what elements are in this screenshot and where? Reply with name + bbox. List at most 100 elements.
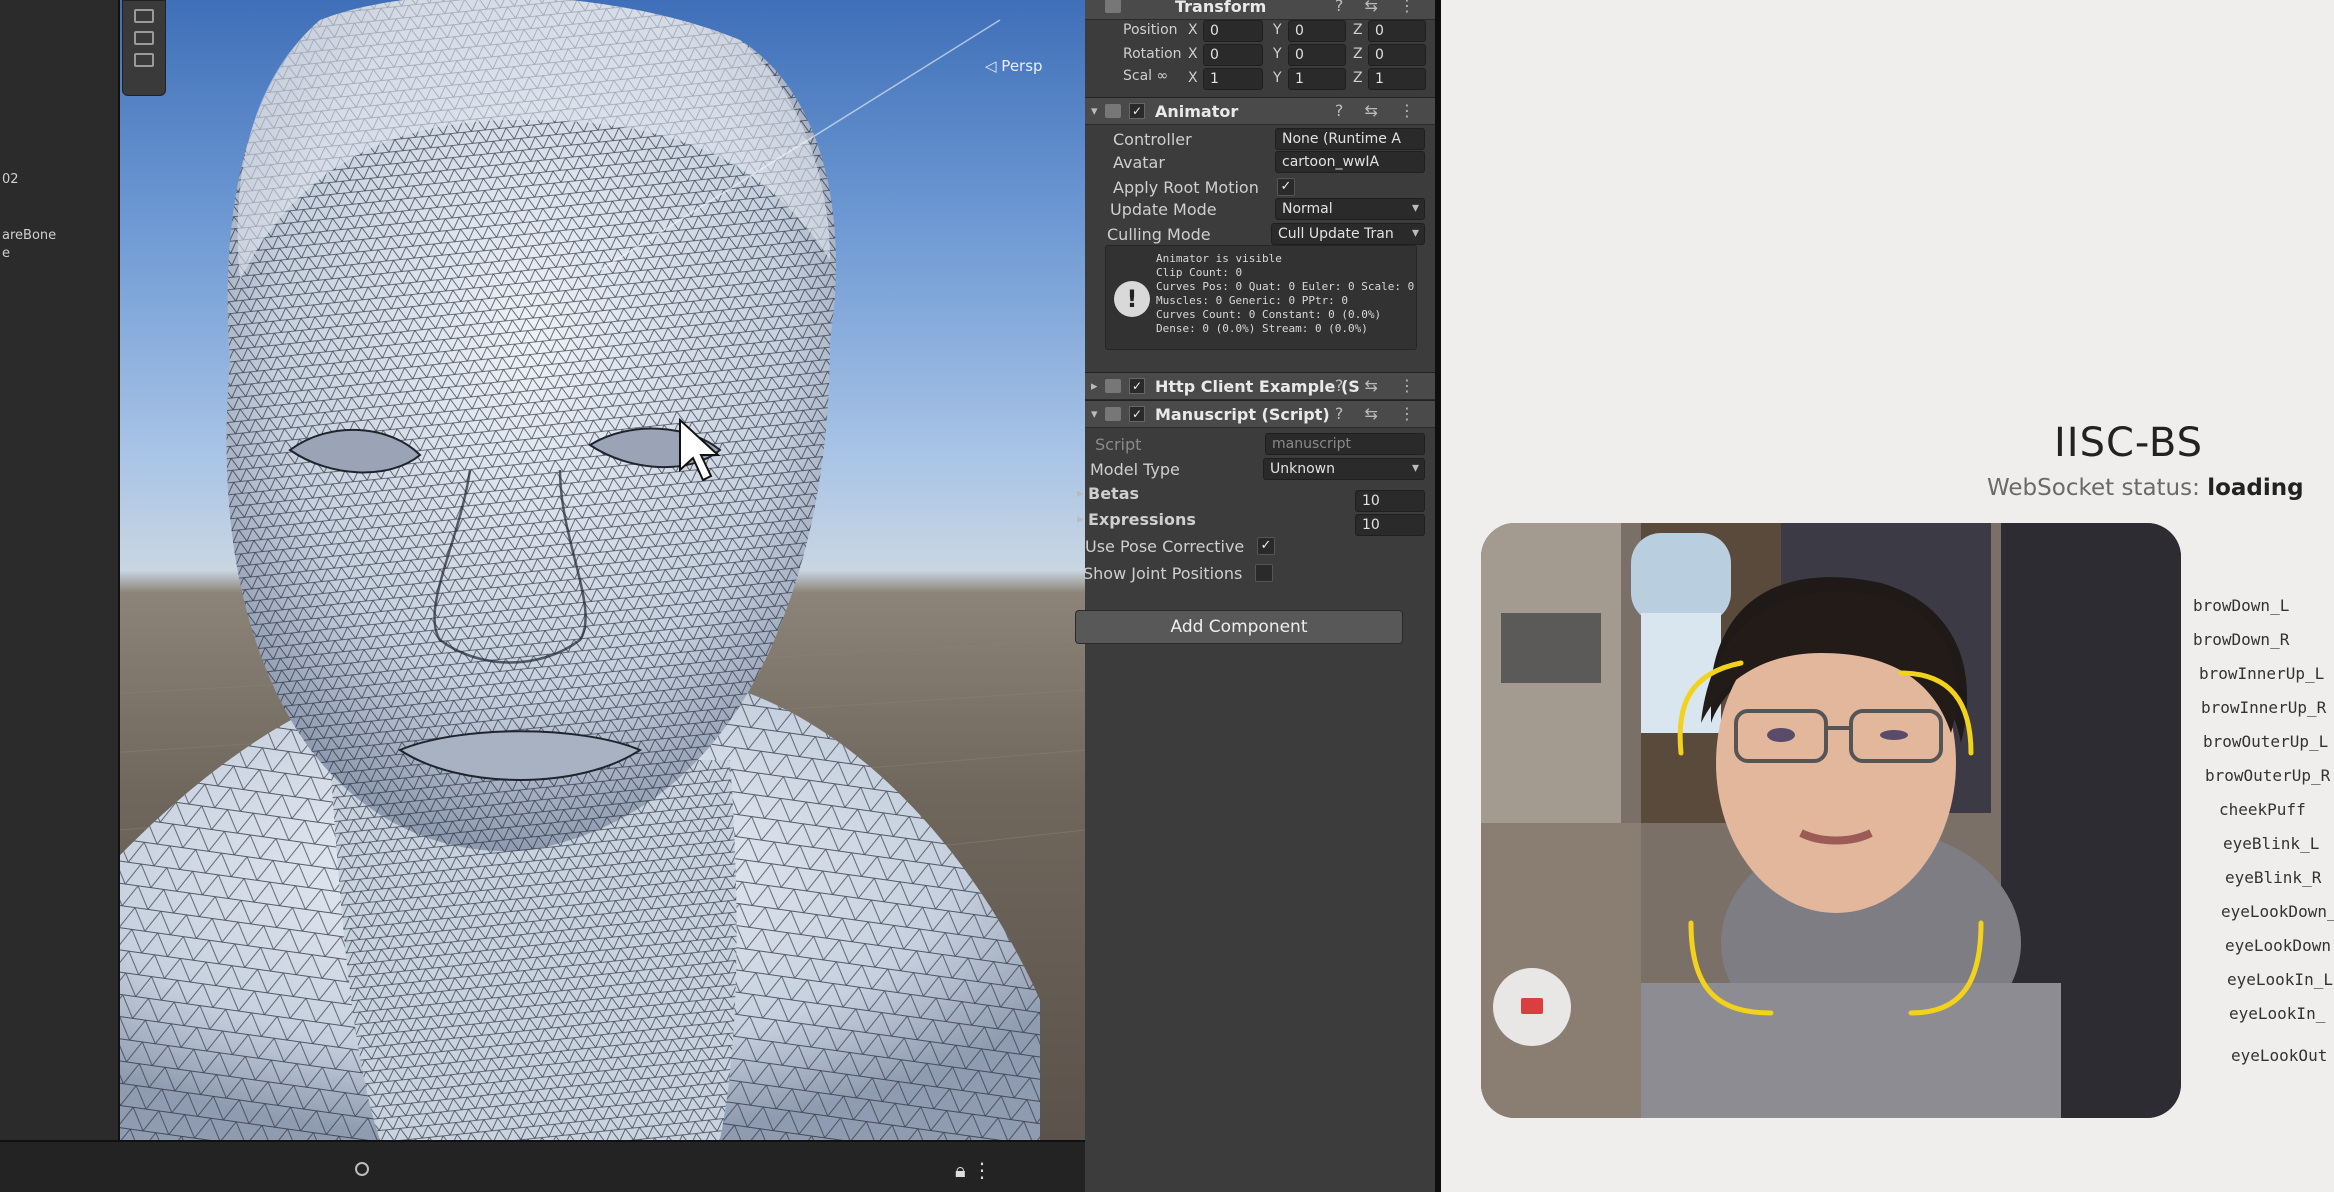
info-icon: ! (1114, 281, 1150, 317)
manuscript-header[interactable]: ▾ ✓ Manuscript (Script) ? ⇆ ⋮ (1085, 400, 1435, 428)
position-y-field[interactable]: 0 (1288, 20, 1346, 42)
apply-root-motion-label: Apply Root Motion (1113, 178, 1259, 197)
websocket-status-value: loading (2207, 475, 2304, 501)
model-type-dropdown[interactable]: Unknown (1263, 458, 1425, 480)
animator-enabled-checkbox[interactable]: ✓ (1129, 103, 1145, 119)
foldout-icon[interactable]: ▸ (1077, 512, 1084, 527)
use-pose-correctives-label: Use Pose Corrective (1085, 537, 1245, 556)
page-title: IISC-BS (2054, 420, 2204, 466)
rotation-x-field[interactable]: 0 (1203, 44, 1263, 66)
foldout-icon[interactable]: ▾ (1091, 104, 1098, 119)
avatar-field[interactable]: cartoon_wwIA (1275, 151, 1425, 173)
culling-mode-label: Culling Mode (1107, 225, 1211, 244)
foldout-icon[interactable]: ▸ (1077, 486, 1084, 501)
animator-title: Animator (1155, 102, 1239, 121)
component-menu-icon[interactable]: ? ⇆ ⋮ (1335, 404, 1423, 423)
blendshape-label: browDown_R (2193, 630, 2290, 649)
hierarchy-item[interactable]: e (2, 246, 10, 261)
scale-x-field[interactable]: 1 (1203, 68, 1263, 90)
betas-label: Betas (1088, 484, 1140, 503)
controller-field[interactable]: None (Runtime A (1275, 128, 1425, 150)
avatar-label: Avatar (1113, 153, 1165, 172)
webcam-frame-image (1481, 523, 2181, 1118)
blendshape-label: eyeLookDown (2225, 936, 2331, 955)
scale-z-field[interactable]: 1 (1368, 68, 1426, 90)
manuscript-enabled-checkbox[interactable]: ✓ (1129, 406, 1145, 422)
perspective-label[interactable]: ◁ Persp (985, 57, 1043, 75)
betas-field[interactable]: 10 (1355, 490, 1425, 512)
rect-tool-icon[interactable] (134, 53, 154, 67)
apply-root-motion-checkbox[interactable]: ✓ (1277, 178, 1295, 196)
manuscript-title: Manuscript (Script) (1155, 405, 1330, 424)
rotation-z-field[interactable]: 0 (1368, 44, 1426, 66)
blendshape-label: eyeBlink_R (2225, 868, 2322, 887)
axis-y-label: Y (1273, 70, 1282, 86)
scale-label: Scal ∞ (1123, 68, 1169, 84)
blendshape-label: eyeLookDown_ (2221, 902, 2334, 921)
screen: ◁ Persp 02 areBone e 🔒︎ ⋮ Transform ? ⇆ … (0, 0, 2334, 1192)
http-client-header[interactable]: ▸ ✓ Http Client Example (S ? ⇆ ⋮ (1085, 372, 1435, 400)
camera-off-icon (1521, 998, 1543, 1014)
axis-y-label: Y (1273, 46, 1282, 62)
axis-z-label: Z (1353, 46, 1363, 62)
use-pose-correctives-checkbox[interactable]: ✓ (1257, 537, 1275, 555)
update-mode-dropdown[interactable]: Normal (1275, 198, 1425, 220)
transform-icon (1105, 0, 1121, 13)
record-button[interactable] (1493, 968, 1571, 1046)
blendshape-label: browDown_L (2193, 596, 2290, 615)
animator-info-box: ! Animator is visible Clip Count: 0 Curv… (1105, 245, 1417, 350)
scene-statusbar: 🔒︎ ⋮ (0, 1140, 1085, 1192)
blendshape-label: eyeBlink_L (2223, 834, 2320, 853)
inspector-panel: Transform ? ⇆ ⋮ Position X 0 Y 0 Z 0 Rot… (1077, 0, 1435, 1192)
blendshape-label: eyeLookIn_L (2227, 970, 2333, 989)
animator-info-text: Animator is visible Clip Count: 0 Curves… (1156, 252, 1415, 335)
hierarchy-item[interactable]: 02 (2, 172, 19, 187)
add-component-button[interactable]: Add Component (1075, 610, 1403, 644)
lock-icon[interactable]: 🔒︎ ⋮ (955, 1158, 992, 1182)
search-icon[interactable] (355, 1162, 369, 1176)
scene-view[interactable]: ◁ Persp (0, 0, 1085, 1140)
component-menu-icon[interactable]: ? ⇆ ⋮ (1335, 0, 1423, 15)
rotation-label: Rotation (1123, 46, 1182, 62)
axis-z-label: Z (1353, 22, 1363, 38)
animator-header[interactable]: ▾ ✓ Animator ? ⇆ ⋮ (1085, 97, 1435, 125)
model-type-label: Model Type (1090, 460, 1180, 479)
blendshape-label: browInnerUp_L (2199, 664, 2325, 683)
transform-header[interactable]: Transform ? ⇆ ⋮ (1085, 0, 1435, 20)
scale-y-field[interactable]: 1 (1288, 68, 1346, 90)
scale-tool-icon[interactable] (134, 31, 154, 45)
position-label: Position (1123, 22, 1178, 38)
webcam-video (1481, 523, 2181, 1118)
blendshape-label: cheekPuff (2219, 800, 2306, 819)
blendshape-label: eyeLookIn_ (2229, 1004, 2326, 1023)
position-z-field[interactable]: 0 (1368, 20, 1426, 42)
script-label: Script (1095, 435, 1142, 454)
foldout-icon[interactable]: ▾ (1091, 407, 1098, 422)
axis-y-label: Y (1273, 22, 1282, 38)
expressions-field[interactable]: 10 (1355, 514, 1425, 536)
component-menu-icon[interactable]: ? ⇆ ⋮ (1335, 376, 1423, 395)
axis-z-label: Z (1353, 70, 1363, 86)
transform-title: Transform (1175, 0, 1267, 16)
axis-x-label: X (1188, 22, 1198, 38)
blendshape-label: browInnerUp_R (2201, 698, 2327, 717)
component-menu-icon[interactable]: ? ⇆ ⋮ (1335, 101, 1423, 120)
update-mode-label: Update Mode (1110, 200, 1217, 219)
position-x-field[interactable]: 0 (1203, 20, 1263, 42)
animator-icon (1105, 104, 1121, 118)
browser-page: IISC-BS WebSocket status: loading browDo… (1435, 0, 2334, 1192)
websocket-status-label: WebSocket status: (1987, 475, 2200, 501)
rotation-y-field[interactable]: 0 (1288, 44, 1346, 66)
http-client-enabled-checkbox[interactable]: ✓ (1129, 378, 1145, 394)
show-joint-positions-label: Show Joint Positions (1083, 564, 1243, 583)
culling-mode-dropdown[interactable]: Cull Update Tran (1271, 223, 1425, 245)
http-client-title: Http Client Example (S (1155, 377, 1360, 396)
script-icon (1105, 407, 1121, 421)
show-joint-positions-checkbox[interactable] (1255, 564, 1273, 582)
scene-toolbar[interactable] (122, 0, 166, 96)
blendshape-label: eyeLookOut (2231, 1046, 2328, 1065)
blendshape-label: browOuterUp_R (2205, 766, 2331, 785)
hierarchy-item[interactable]: areBone (2, 228, 56, 243)
foldout-icon[interactable]: ▸ (1091, 379, 1098, 394)
rotate-tool-icon[interactable] (134, 9, 154, 23)
